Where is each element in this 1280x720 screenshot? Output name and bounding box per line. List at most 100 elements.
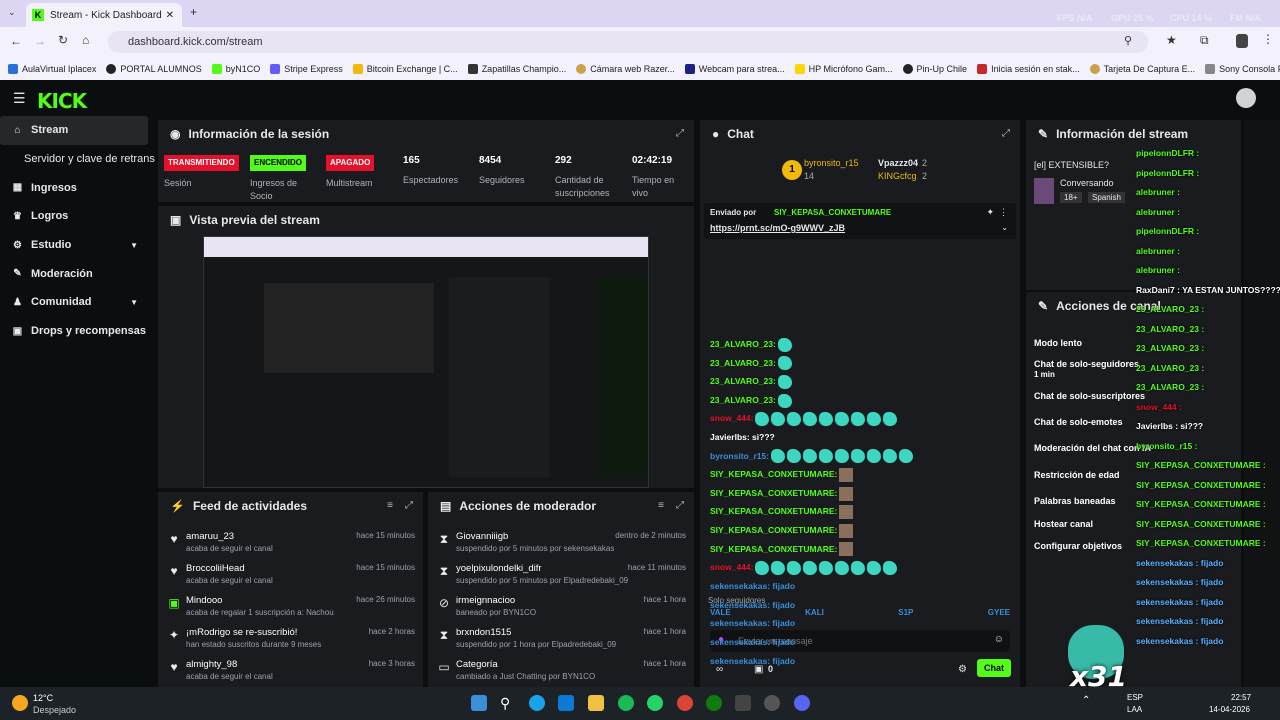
xbox-icon[interactable] (706, 695, 722, 711)
chat-username[interactable]: sekensekakas: fijado (710, 637, 795, 647)
action-banned-words[interactable]: Palabras baneadas (1034, 496, 1116, 506)
bookmark-item[interactable]: byN1CO (211, 63, 260, 74)
chat-username[interactable]: sekensekakas: fijado (710, 618, 795, 628)
emote[interactable]: S1P (898, 608, 913, 628)
bookmark-star-icon[interactable]: ★ (1166, 33, 1177, 47)
chat-username[interactable]: sekensekakas: fijado (710, 581, 795, 591)
whatsapp-icon[interactable] (647, 695, 663, 711)
new-tab-icon[interactable]: + (190, 5, 197, 19)
sidebar-item-comunidad[interactable]: ♟ Comunidad ▼ (0, 288, 150, 317)
chat-username[interactable]: 23_ALVARO_23: (710, 339, 776, 349)
chevron-down-icon[interactable]: ⌄ (1001, 223, 1008, 232)
expand-icon[interactable]: ⤢ (676, 500, 684, 511)
back-icon[interactable]: ← (10, 34, 22, 48)
chat-username[interactable]: sekensekakas: fijado (710, 600, 795, 610)
kick-logo[interactable]: KICK (37, 89, 87, 113)
sidebar-item-stream[interactable]: ⌂ Stream (0, 116, 148, 145)
capture-icon[interactable] (735, 695, 751, 711)
top-gifter-name[interactable]: byronsito_r15 (804, 158, 859, 168)
bookmark-item[interactable]: Pin-Up Chile (902, 63, 967, 74)
chat-username[interactable]: 23_ALVARO_23: (710, 376, 776, 386)
chat-username[interactable]: SIY_KEPASA_CONXETUMARE: (710, 525, 837, 535)
chat-username[interactable]: SIY_KEPASA_CONXETUMARE: (710, 506, 837, 516)
windows-start-icon[interactable] (471, 695, 487, 711)
chat-username[interactable]: SIY_KEPASA_CONXETUMARE: (710, 469, 837, 479)
gifter-name[interactable]: Vpazzz04 (878, 158, 918, 168)
bookmark-item[interactable]: AulaVirtual Iplacex (8, 63, 96, 74)
tray-chevron-icon[interactable]: ⌃ (1082, 695, 1090, 706)
action-goals[interactable]: Configurar objetivos (1034, 541, 1122, 551)
send-chat-button[interactable]: Chat (977, 659, 1011, 677)
action-subs-only[interactable]: Chat de solo-suscriptores (1034, 391, 1145, 401)
bookmark-item[interactable]: Bitcoin Exchange | C... (352, 63, 458, 74)
emote[interactable]: GYEE (988, 608, 1010, 628)
hamburger-menu-icon[interactable]: ☰ (13, 90, 26, 107)
clock-time[interactable]: 22:57 (1231, 693, 1251, 702)
chat-username[interactable]: byronsito_r15: (710, 451, 769, 461)
home-icon[interactable]: ⌂ (82, 33, 89, 47)
stream-preview-video[interactable] (203, 236, 649, 488)
url-input[interactable]: dashboard.kick.com/stream (108, 31, 1148, 53)
tab-close-icon[interactable]: ✕ (166, 10, 174, 21)
sidebar-item-logros[interactable]: ♛ Logros (0, 202, 150, 231)
action-age-restriction[interactable]: Restricción de edad (1034, 470, 1120, 480)
search-icon[interactable]: ⚲ (500, 695, 516, 711)
expand-icon[interactable]: ⤢ (676, 128, 684, 139)
filter-icon[interactable]: ≡ (658, 500, 664, 511)
zoom-icon[interactable]: ⚲ (1124, 34, 1132, 47)
chat-username[interactable]: Javierlbs: si??? (710, 432, 775, 442)
sidebar-item-moderacion[interactable]: ✎ Moderación (0, 259, 150, 288)
chat-username[interactable]: sekensekakas: fijado (710, 656, 795, 666)
settings-icon[interactable]: ⚙ (958, 664, 967, 675)
action-slow-mode[interactable]: Modo lento (1034, 338, 1082, 348)
chat-username[interactable]: 23_ALVARO_23: (710, 358, 776, 368)
sidebar-item-ingresos[interactable]: ▦ Ingresos (0, 173, 150, 202)
action-followers-only[interactable]: Chat de solo-seguidores (1034, 359, 1139, 369)
expand-icon[interactable]: ⤢ (1002, 128, 1010, 139)
edge-icon[interactable] (529, 695, 545, 711)
chat-username[interactable]: 23_ALVARO_23: (710, 395, 776, 405)
browser-tab[interactable]: K Stream - Kick Dashboard ✕ (26, 3, 182, 27)
bookmark-item[interactable]: HP Micrófono Gam... (794, 63, 893, 74)
filter-icon[interactable]: ≡ (387, 500, 393, 511)
store-icon[interactable] (558, 695, 574, 711)
user-avatar[interactable] (1236, 88, 1256, 108)
weather-temp[interactable]: 12°C (33, 693, 53, 703)
expand-icon[interactable]: ⤢ (405, 500, 413, 511)
bookmark-item[interactable]: Tarjeta De Captura E... (1089, 63, 1195, 74)
emote[interactable]: KALI (805, 608, 824, 628)
bookmark-item[interactable]: Cámara web Razer... (576, 63, 675, 74)
sidebar-item-estudio[interactable]: ⚙ Estudio ▼ (0, 231, 150, 260)
file-explorer-icon[interactable] (588, 695, 604, 711)
forward-icon[interactable]: → (34, 34, 46, 48)
sidebar-item-drops[interactable]: ▣ Drops y recompensas (0, 317, 150, 346)
extensions-icon[interactable]: ⧉ (1200, 33, 1209, 48)
bookmark-item[interactable]: PORTAL ALUMNOS (106, 63, 202, 74)
chat-username[interactable]: SIY_KEPASA_CONXETUMARE: (710, 544, 837, 554)
browser-menu-icon[interactable]: ⋮ (1262, 32, 1274, 46)
pinned-link[interactable]: https://prnt.sc/mO-g9WWV_zJB (710, 223, 845, 233)
profile-icon[interactable] (1236, 34, 1248, 48)
bookmark-item[interactable]: Stripe Express (270, 63, 343, 74)
more-icon[interactable]: ⋮ (999, 207, 1008, 218)
bookmark-item[interactable]: Inicia sesión en stak... (977, 63, 1080, 74)
chrome-icon[interactable] (677, 695, 693, 711)
action-host-channel[interactable]: Hostear canal (1034, 519, 1093, 529)
bookmark-item[interactable]: Sony Consola PlaySt... (1205, 63, 1280, 74)
chat-username[interactable]: snow_444: (710, 562, 753, 572)
gifter-name[interactable]: KINGcfcg (878, 171, 917, 181)
lang-primary[interactable]: ESP (1127, 693, 1143, 702)
reload-icon[interactable]: ↻ (58, 33, 68, 47)
pin-icon[interactable]: ✦ (986, 207, 994, 218)
chat-username[interactable]: snow_444: (710, 413, 753, 423)
chat-username[interactable]: SIY_KEPASA_CONXETUMARE: (710, 488, 837, 498)
bookmark-item[interactable]: Webcam para strea... (684, 63, 785, 74)
spotify-icon[interactable] (618, 695, 634, 711)
bookmark-item[interactable]: Zapatillas Champio... (467, 63, 566, 74)
discord-icon[interactable] (794, 695, 810, 711)
tab-list-icon[interactable]: ⌄ (8, 7, 16, 18)
action-ai-moderation[interactable]: Moderación del chat con IA (1034, 443, 1151, 453)
category-name[interactable]: Conversando (1060, 178, 1114, 188)
action-emotes-only[interactable]: Chat de solo-emotes (1034, 417, 1123, 427)
sidebar-item-server-key[interactable]: Servidor y clave de retransmisión (0, 145, 155, 174)
